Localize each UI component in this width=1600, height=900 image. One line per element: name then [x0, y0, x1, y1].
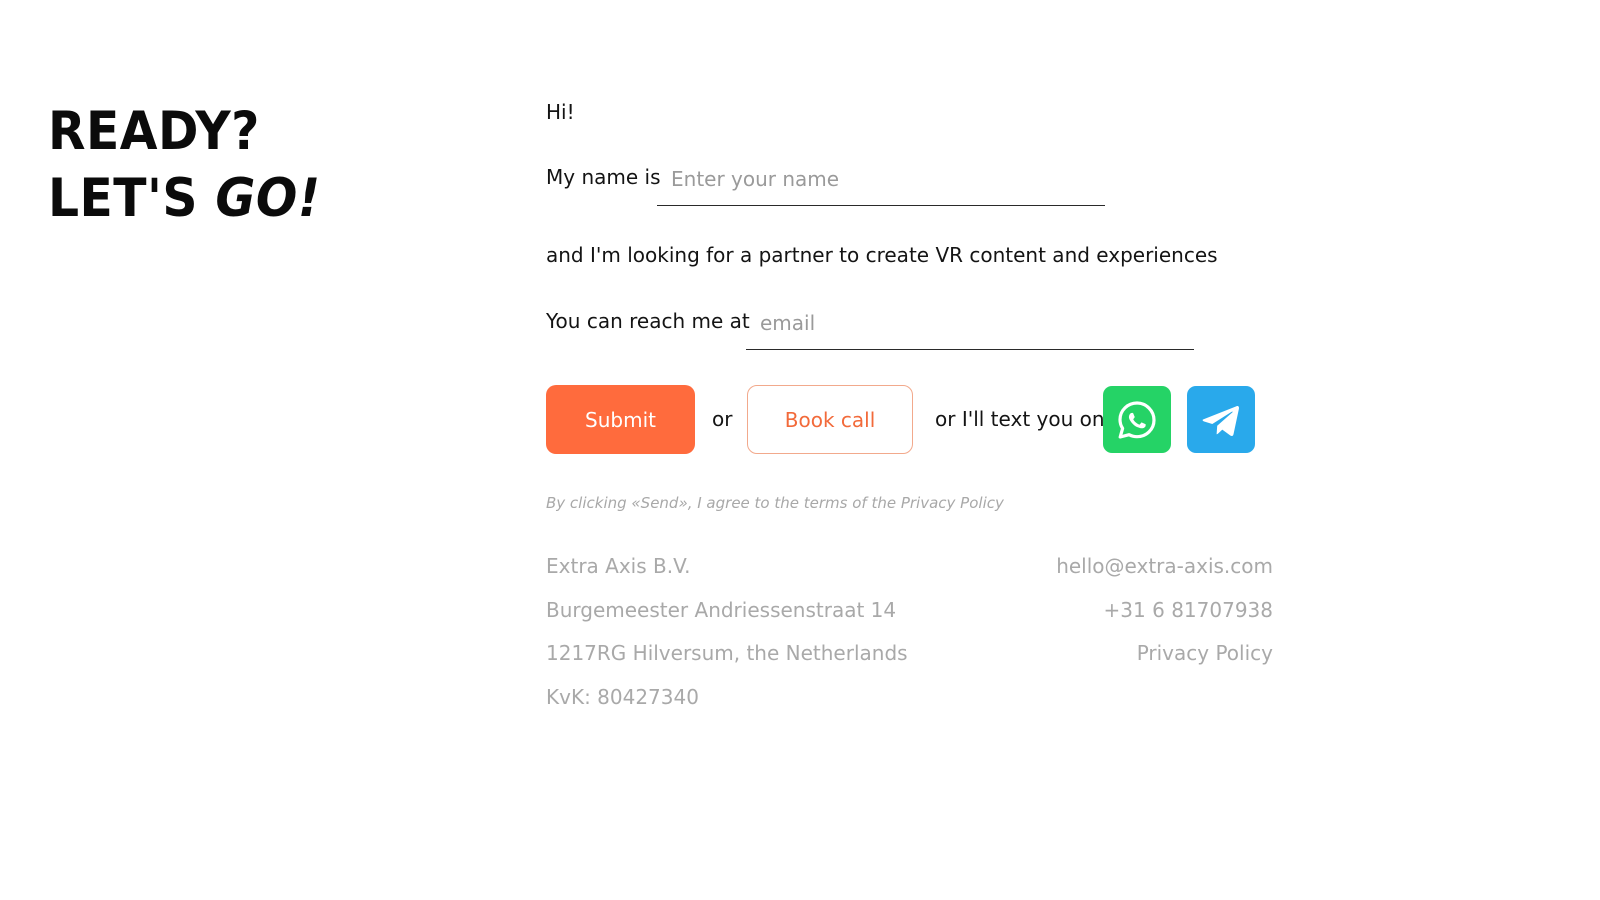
phone-link[interactable]: +31 6 81707938 [1104, 598, 1273, 622]
text-you-label: or I'll text you on [935, 407, 1105, 431]
street-address: Burgemeester Andriessenstraat 14 [546, 597, 897, 622]
headline-line-1: READY? [48, 101, 260, 162]
kvk-number: KvK: 80427340 [546, 684, 699, 709]
company-address: Extra Axis B.V. Burgemeester Andriessens… [546, 552, 908, 726]
reach-label: You can reach me at [546, 309, 750, 333]
whatsapp-button[interactable] [1103, 386, 1171, 453]
greeting-text: Hi! [546, 100, 575, 124]
whatsapp-icon [1118, 400, 1156, 439]
book-call-button[interactable]: Book call [747, 385, 913, 454]
headline-go: GO! [215, 168, 321, 229]
name-label: My name is [546, 165, 661, 189]
headline-lets: LET'S [48, 168, 216, 229]
privacy-policy-link[interactable]: Privacy Policy [1137, 641, 1273, 665]
contact-links: hello@extra-axis.com +31 6 81707938 Priv… [1056, 552, 1273, 683]
privacy-consent-text: By clicking «Send», I agree to the terms… [546, 494, 1004, 512]
telegram-button[interactable] [1187, 386, 1255, 453]
submit-button[interactable]: Submit [546, 385, 695, 454]
email-input[interactable] [746, 306, 1194, 350]
email-link[interactable]: hello@extra-axis.com [1056, 554, 1273, 578]
page-headline: READY? LET'S GO! [48, 98, 344, 232]
headline-line-2: LET'S GO! [48, 165, 321, 232]
looking-for-text: and I'm looking for a partner to create … [546, 243, 1218, 267]
or-label: or [712, 407, 733, 431]
company-name: Extra Axis B.V. [546, 554, 691, 578]
telegram-icon [1202, 405, 1240, 436]
name-input[interactable] [657, 162, 1105, 206]
city-address: 1217RG Hilversum, the Netherlands [546, 641, 908, 666]
